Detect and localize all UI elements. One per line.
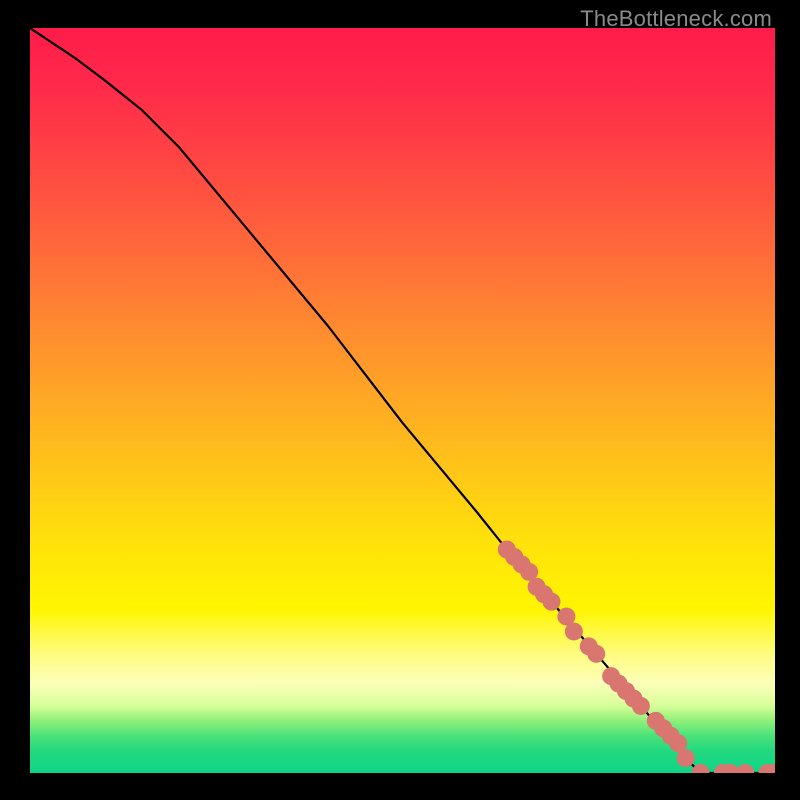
data-point (677, 749, 695, 767)
chart-svg (30, 28, 775, 773)
scatter-markers (498, 541, 775, 774)
curve-line (30, 28, 775, 773)
chart-plot-area (30, 28, 775, 773)
data-point (543, 593, 561, 611)
data-point (632, 697, 650, 715)
data-point (587, 645, 605, 663)
data-point (736, 764, 754, 773)
data-point (565, 622, 583, 640)
